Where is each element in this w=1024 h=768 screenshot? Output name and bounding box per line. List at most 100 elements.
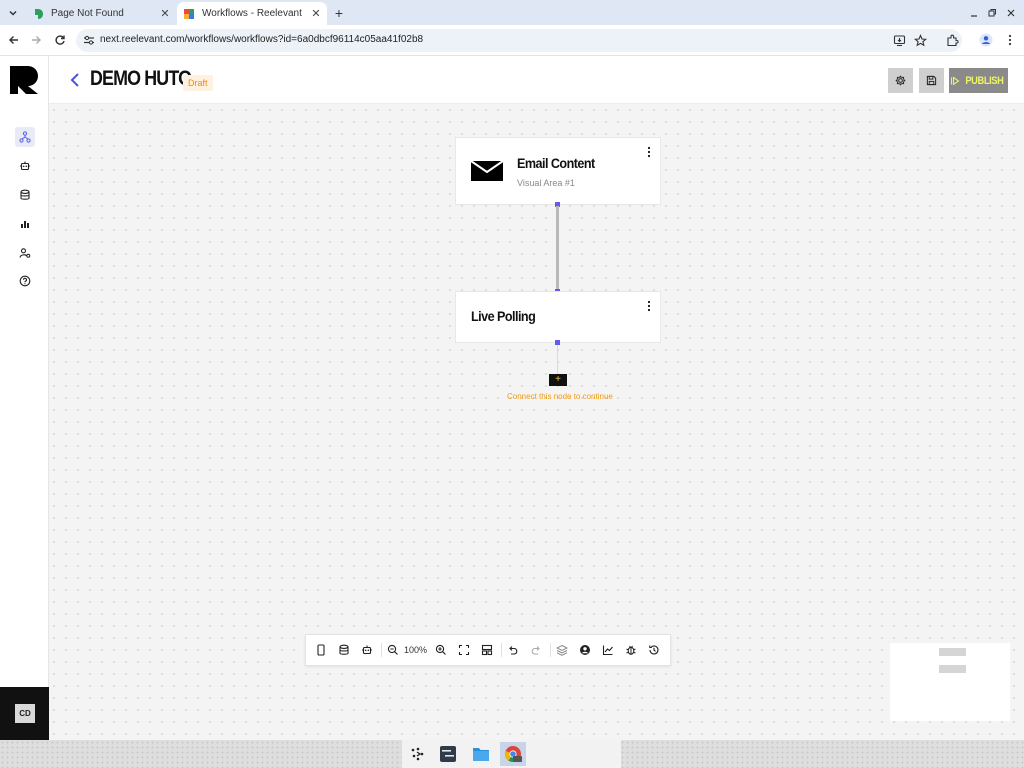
canvas-minimap[interactable]	[890, 643, 1010, 721]
toolbar-divider	[550, 643, 551, 657]
sidebar: CD	[0, 56, 49, 740]
browser-tab-page-not-found[interactable]: Page Not Found ✕	[26, 2, 176, 25]
tab-title: Page Not Found	[51, 8, 124, 19]
mobile-preview-button[interactable]	[314, 643, 328, 657]
page-title[interactable]: DEMO HUTO	[90, 67, 192, 91]
reelevant-favicon-color-icon	[184, 8, 194, 19]
reelevant-logo[interactable]	[10, 66, 38, 94]
settings-button[interactable]	[888, 68, 913, 93]
reload-icon[interactable]	[52, 32, 68, 48]
toolbar-divider	[501, 643, 502, 657]
profile-avatar-icon[interactable]	[978, 32, 994, 48]
minimap-node	[939, 648, 966, 656]
taskbar-dock	[402, 740, 621, 768]
zoom-level: 100%	[404, 645, 428, 655]
layers-icon	[556, 644, 568, 656]
workflow-node-live-polling[interactable]: Live Polling	[455, 291, 661, 343]
browser-menu-icon[interactable]	[1002, 32, 1018, 48]
canvas-toolbar: 100%	[305, 634, 671, 666]
sidebar-item-data[interactable]	[15, 185, 35, 205]
os-taskbar	[0, 740, 1024, 768]
bug-icon	[626, 645, 636, 655]
sidebar-item-workflows[interactable]	[15, 127, 35, 147]
bookmark-star-icon[interactable]	[914, 34, 927, 47]
robot-button[interactable]	[360, 643, 374, 657]
zoom-in-icon	[435, 644, 446, 655]
analytics-button[interactable]	[601, 643, 615, 657]
url-omnibox[interactable]: next.reelevant.com/workflows/workflows?i…	[76, 29, 962, 52]
database-icon	[20, 189, 30, 200]
node-menu-kebab-icon[interactable]	[646, 300, 652, 312]
connection-edge[interactable]	[556, 206, 559, 290]
workflow-icon	[19, 131, 31, 143]
history-clock-icon	[649, 645, 659, 655]
tab-search-chevron-icon[interactable]	[5, 5, 21, 21]
close-tab-icon[interactable]: ✕	[158, 7, 172, 21]
install-app-icon[interactable]	[893, 34, 906, 47]
layers-button[interactable]	[555, 643, 569, 657]
url-text: next.reelevant.com/workflows/workflows?i…	[100, 34, 424, 45]
undo-icon	[509, 646, 518, 655]
sidebar-item-robot[interactable]	[15, 156, 35, 176]
reelevant-app: CD DEMO HUTO Draft PUBLISH Email Content…	[0, 56, 1024, 740]
site-settings-icon[interactable]	[83, 34, 95, 46]
user-circle-icon	[580, 645, 590, 655]
zoom-in-button[interactable]	[434, 643, 448, 657]
redo-button[interactable]	[529, 643, 543, 657]
back-arrow-icon[interactable]	[6, 32, 22, 48]
minimap-node	[939, 665, 966, 673]
launcher-icon[interactable]	[404, 742, 430, 766]
user-settings-icon	[19, 248, 31, 258]
database-icon	[339, 644, 349, 655]
mobile-device-icon	[317, 644, 325, 656]
publish-play-icon	[951, 75, 960, 86]
robot-icon	[20, 161, 30, 171]
pending-connection-line	[557, 345, 558, 373]
add-node-button[interactable]: +	[549, 374, 567, 386]
sidebar-item-help[interactable]	[15, 271, 35, 291]
save-button[interactable]	[919, 68, 944, 93]
chrome-beta-app-icon[interactable]	[500, 742, 526, 766]
terminal-app-icon[interactable]	[435, 742, 461, 766]
save-disk-icon	[926, 75, 937, 86]
forward-arrow-icon[interactable]	[28, 32, 44, 48]
redo-icon	[531, 646, 540, 655]
layout-button[interactable]	[480, 643, 494, 657]
tab-title: Workflows - Reelevant	[202, 8, 302, 19]
fullscreen-icon	[458, 644, 470, 656]
file-manager-icon[interactable]	[468, 742, 494, 766]
reelevant-favicon-green-icon	[35, 8, 43, 19]
restore-window-icon[interactable]	[984, 5, 1000, 21]
publish-button[interactable]: PUBLISH	[949, 68, 1008, 93]
extensions-puzzle-icon[interactable]	[944, 32, 960, 48]
node-menu-kebab-icon[interactable]	[646, 146, 652, 158]
browser-tab-bar: Page Not Found ✕ Workflows - Reelevant ✕…	[0, 0, 1024, 25]
sidebar-item-users[interactable]	[15, 243, 35, 263]
user-avatar[interactable]: CD	[15, 704, 35, 723]
layout-grid-icon	[481, 644, 493, 656]
envelope-icon	[471, 161, 503, 181]
browser-tab-workflows[interactable]: Workflows - Reelevant ✕	[177, 2, 327, 25]
bar-chart-icon	[21, 221, 29, 228]
new-tab-icon[interactable]: +	[331, 5, 347, 21]
line-chart-icon	[602, 645, 613, 656]
sidebar-item-analytics[interactable]	[15, 214, 35, 234]
zoom-out-button[interactable]	[386, 643, 400, 657]
user-menu[interactable]: CD	[0, 687, 49, 740]
debug-button[interactable]	[624, 643, 638, 657]
fit-view-button[interactable]	[457, 643, 471, 657]
gear-icon	[895, 75, 906, 86]
undo-button[interactable]	[506, 643, 520, 657]
data-source-button[interactable]	[337, 643, 351, 657]
close-window-icon[interactable]	[1003, 5, 1019, 21]
zoom-out-icon	[387, 644, 398, 655]
audience-button[interactable]	[578, 643, 592, 657]
connect-hint-text: Connect this node to continue	[507, 392, 613, 401]
close-tab-icon[interactable]: ✕	[309, 7, 323, 21]
workflow-node-email-content[interactable]: Email Content Visual Area #1	[455, 137, 661, 205]
browser-address-bar: next.reelevant.com/workflows/workflows?i…	[0, 25, 1024, 56]
history-button[interactable]	[647, 643, 661, 657]
workflow-header: DEMO HUTO Draft PUBLISH	[49, 56, 1024, 104]
minimize-window-icon[interactable]	[966, 5, 982, 21]
back-chevron-icon[interactable]	[69, 72, 81, 88]
